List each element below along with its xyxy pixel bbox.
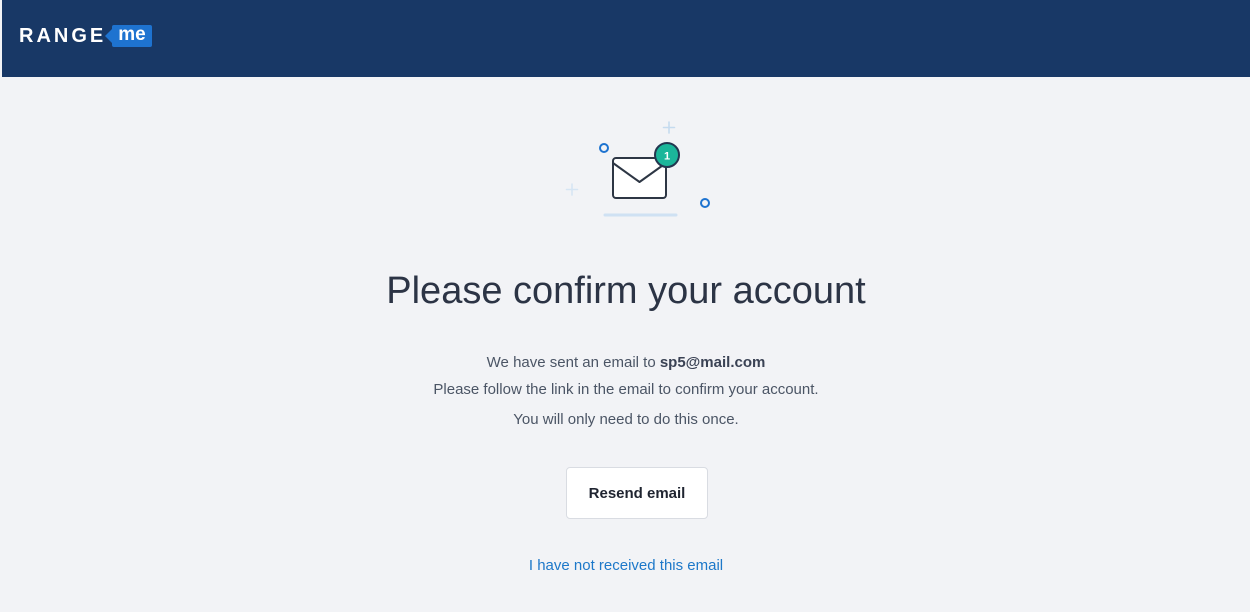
follow-link-instruction: Please follow the link in the email to c… (433, 381, 819, 398)
not-received-email-link[interactable]: I have not received this email (529, 557, 723, 574)
page: RANGE me 1 Please confirm your account W… (0, 0, 1252, 614)
logo-badge: me (105, 25, 152, 47)
rangeme-logo[interactable]: RANGE me (19, 22, 152, 50)
not-received-email-link-row: I have not received this email (0, 556, 1252, 576)
envelope-notification-icon: 1 (565, 121, 710, 217)
logo-wordmark: RANGE (19, 25, 107, 47)
email-address: sp5@mail.com (659, 354, 766, 371)
circle-decoration-icon (599, 143, 609, 153)
sent-email-message: We have sent an email to sp5@mail.com (0, 353, 1252, 373)
page-title: Please confirm your account (386, 270, 866, 312)
notification-count: 1 (664, 151, 670, 163)
plus-decoration-icon (565, 183, 579, 196)
once-only-note: You will only need to do this once. (513, 411, 739, 428)
sent-email-prefix: We have sent an email to (486, 354, 656, 371)
circle-decoration-icon (700, 198, 710, 208)
top-navigation-bar: RANGE me (2, 0, 1250, 77)
resend-email-button[interactable]: Resend email (566, 467, 708, 519)
plus-decoration-icon (662, 121, 676, 134)
